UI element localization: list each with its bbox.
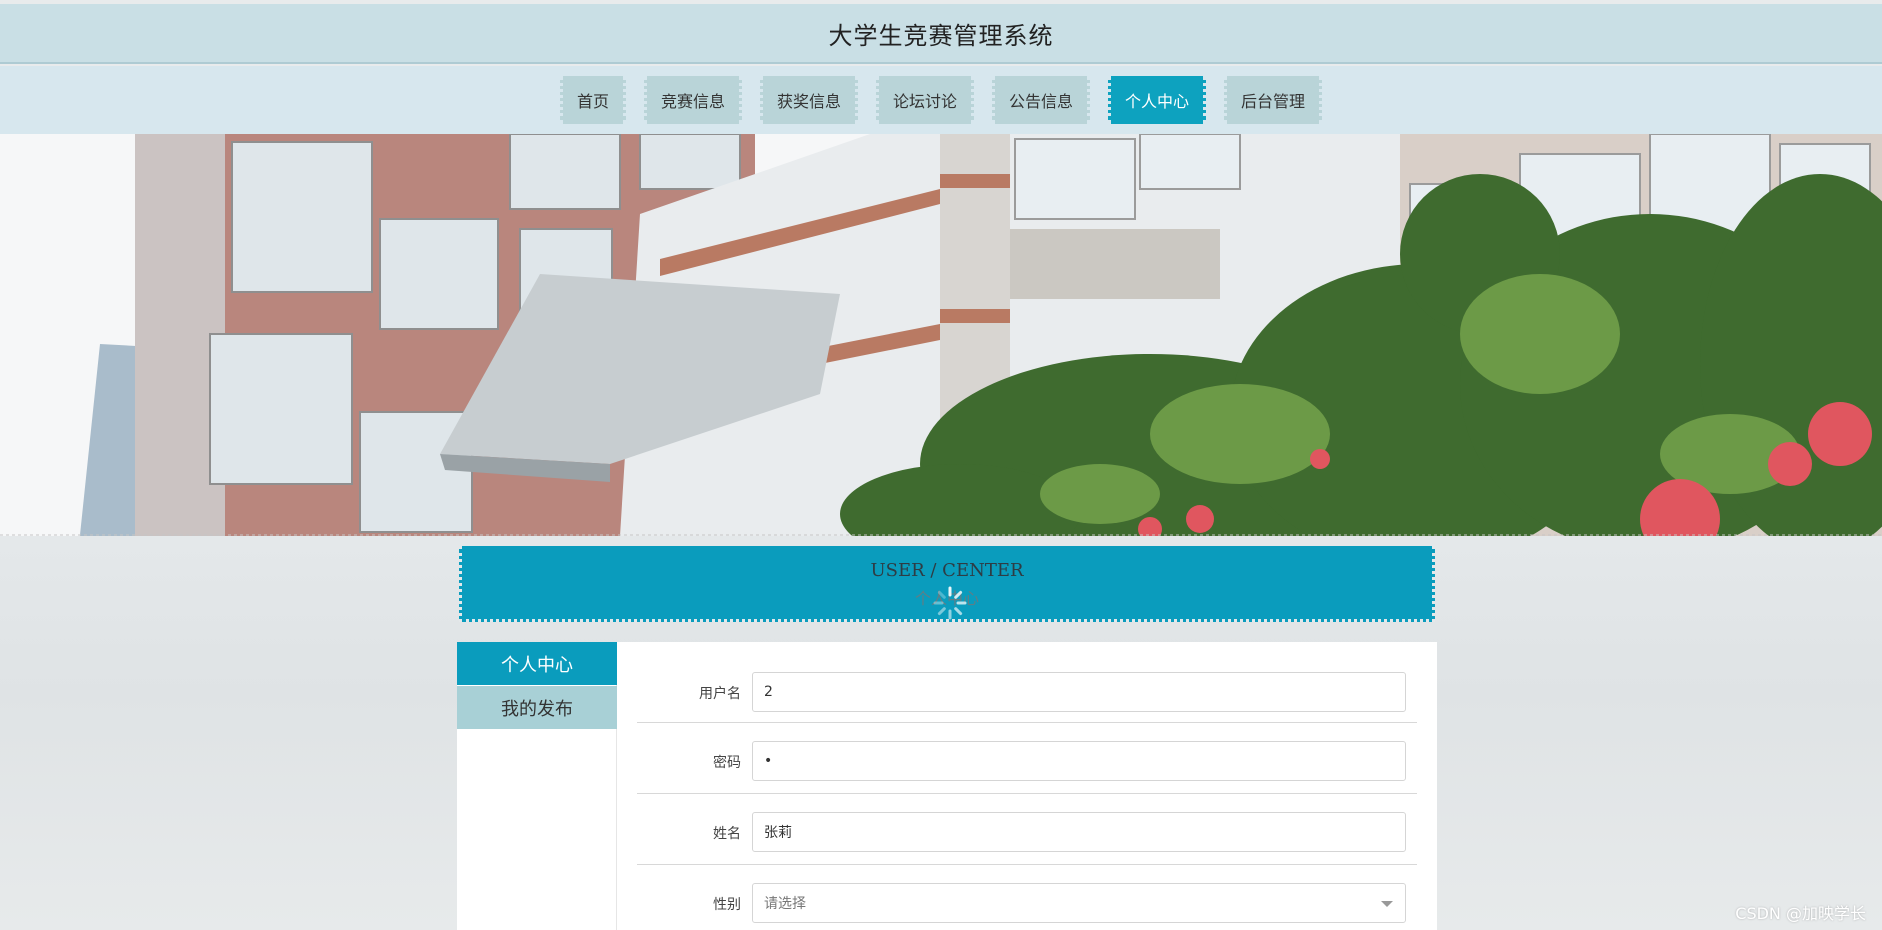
username-label: 用户名 (699, 686, 741, 702)
form-row-username: 用户名 (637, 642, 1417, 723)
user-center-panel: 个人中心 我的发布 用户名 密码 姓名 性别 请选择 (457, 642, 1437, 930)
section-title-en: USER / CENTER (870, 560, 1024, 581)
watermark: CSDN @加映学长 (1735, 904, 1866, 923)
nav-item-admin[interactable]: 后台管理 (1224, 76, 1323, 124)
nav-item-home[interactable]: 首页 (559, 76, 626, 124)
chevron-down-icon (1381, 901, 1393, 907)
section-header: USER / CENTER 个人中心 (459, 546, 1435, 622)
nav-item-announcements[interactable]: 公告信息 (992, 76, 1091, 124)
site-header: 大学生竞赛管理系统 (0, 4, 1882, 64)
password-label: 密码 (713, 755, 741, 771)
nav-item-competitions[interactable]: 竞赛信息 (643, 76, 742, 124)
site-title: 大学生竞赛管理系统 (828, 21, 1054, 50)
main-nav: 首页 竞赛信息 获奖信息 论坛讨论 公告信息 个人中心 后台管理 (0, 66, 1882, 134)
gender-select[interactable]: 请选择 (752, 883, 1406, 923)
form-row-password: 密码 (637, 723, 1417, 794)
username-input[interactable] (752, 672, 1406, 712)
nav-item-user-center[interactable]: 个人中心 (1108, 76, 1207, 124)
name-label: 姓名 (713, 826, 741, 842)
sidebar: 个人中心 我的发布 (457, 642, 617, 930)
banner-image (0, 134, 1882, 536)
form-row-name: 姓名 (637, 794, 1417, 865)
form-row-gender: 性别 请选择 (637, 865, 1417, 930)
loading-spinner-icon (933, 586, 967, 620)
profile-form: 用户名 密码 姓名 性别 请选择 (637, 642, 1417, 930)
sidebar-item-user-center[interactable]: 个人中心 (457, 642, 617, 685)
gender-select-placeholder: 请选择 (764, 896, 806, 912)
nav-item-awards[interactable]: 获奖信息 (759, 76, 858, 124)
name-input[interactable] (752, 812, 1406, 852)
gender-label: 性别 (713, 897, 741, 913)
password-input[interactable] (752, 741, 1406, 781)
nav-item-forum[interactable]: 论坛讨论 (875, 76, 974, 124)
sidebar-item-my-posts[interactable]: 我的发布 (457, 686, 617, 729)
